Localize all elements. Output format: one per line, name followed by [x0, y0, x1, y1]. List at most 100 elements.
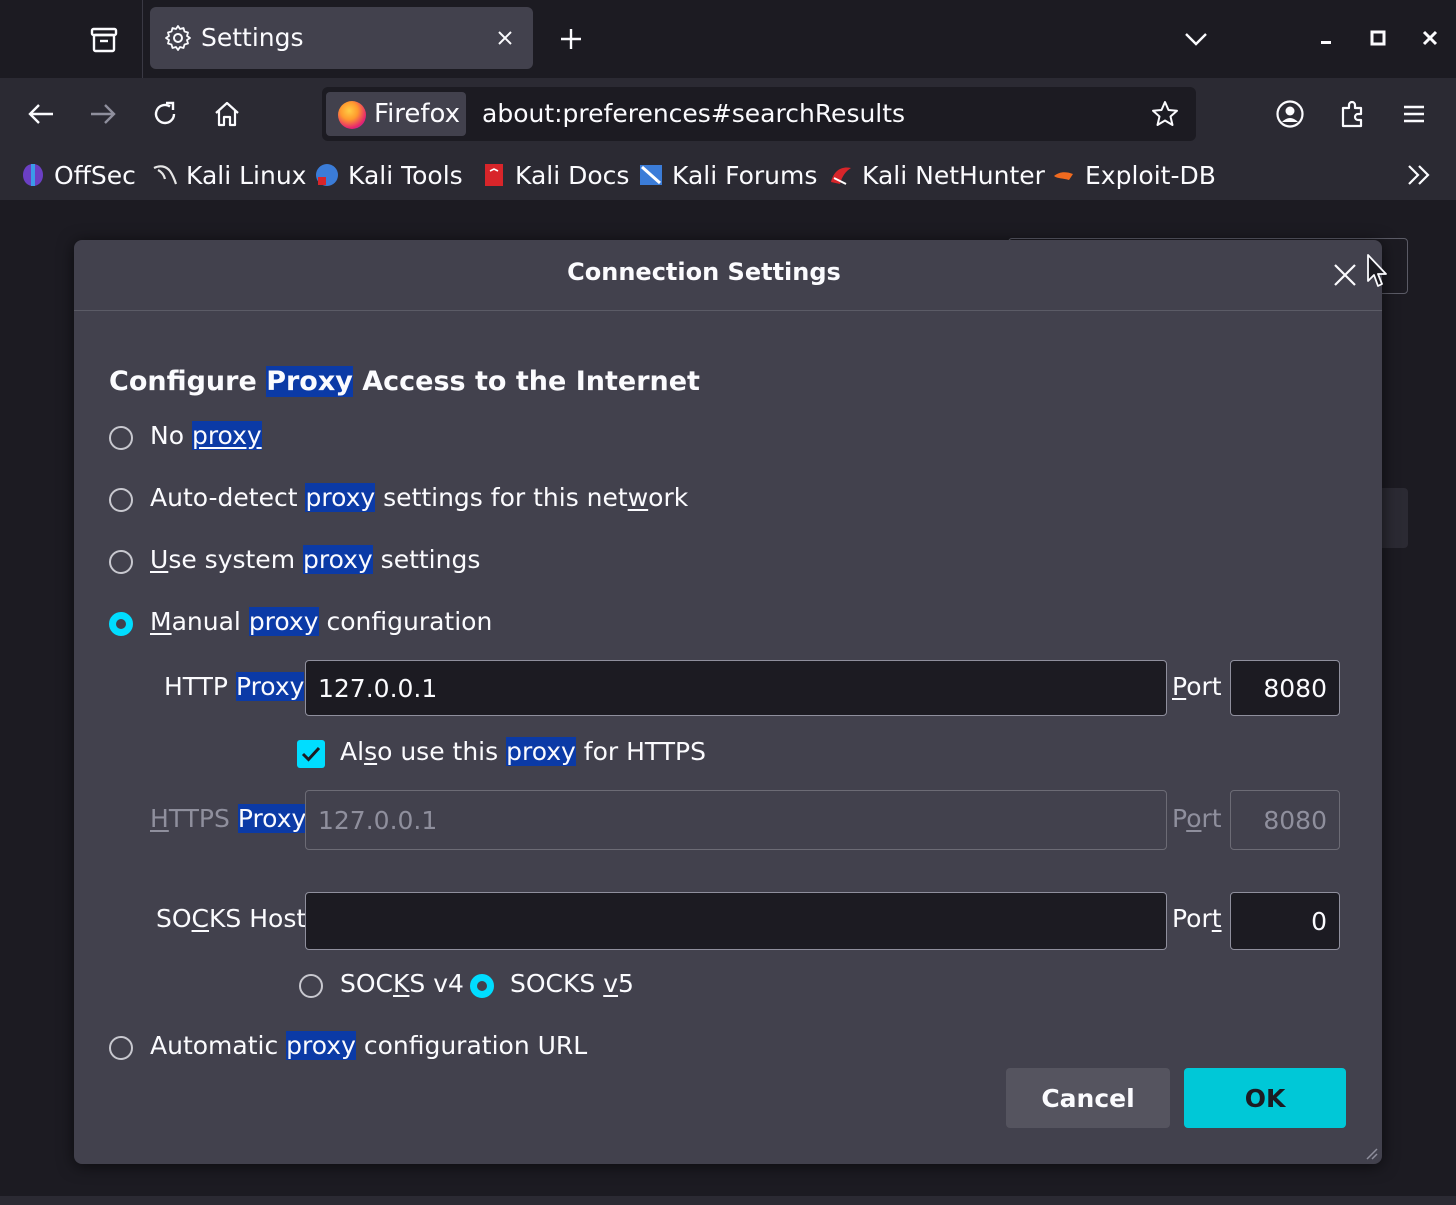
close-icon: [1334, 264, 1356, 286]
bookmark-kali-tools[interactable]: Kali Tools: [314, 158, 463, 192]
kali-nethunter-icon: [831, 167, 851, 185]
kali-docs-icon: [485, 164, 503, 186]
socks-host-label: SOCKS Host: [156, 904, 307, 933]
socks-host-input[interactable]: [305, 892, 1167, 950]
reload-button[interactable]: [143, 92, 187, 136]
socks-v5-radio[interactable]: [470, 974, 494, 998]
bookmark-label: Kali Forums: [672, 160, 818, 190]
socks-port-input[interactable]: 0: [1230, 892, 1340, 950]
http-port-input[interactable]: 8080: [1230, 660, 1340, 716]
http-proxy-label: HTTP Proxy: [164, 672, 305, 701]
forward-button[interactable]: [81, 92, 125, 136]
auto-detect-proxy-label[interactable]: Auto-detect proxy settings for this netw…: [150, 483, 688, 512]
also-use-for-https-label[interactable]: Also use this proxy for HTTPS: [340, 737, 706, 766]
plus-icon: [561, 29, 581, 49]
bookmark-label: Kali Docs: [515, 160, 630, 190]
firefox-view-button[interactable]: [84, 20, 124, 60]
dialog-divider: [74, 310, 1382, 311]
more-bookmarks-button[interactable]: [1402, 158, 1436, 192]
bookmark-page-button[interactable]: [1146, 95, 1184, 133]
bookmark-kali-forums[interactable]: Kali Forums: [638, 158, 817, 192]
mouse-pointer-icon: [1367, 254, 1387, 287]
bookmark-kali-docs[interactable]: Kali Docs: [481, 158, 629, 192]
chevron-double-right-icon: [1408, 165, 1430, 185]
backdrop-footer: [0, 1196, 1456, 1205]
http-port-value: 8080: [1263, 673, 1327, 703]
home-icon: [215, 101, 239, 127]
socks-v5-label[interactable]: SOCKS v5: [510, 969, 634, 998]
chevron-down-icon: [1185, 33, 1207, 46]
https-proxy-value: 127.0.0.1: [318, 805, 438, 835]
bookmark-exploit-db[interactable]: Exploit-DB: [1051, 158, 1216, 192]
socks-v4-label[interactable]: SOCKS v4: [340, 969, 464, 998]
url-input[interactable]: about:preferences#searchResults: [482, 99, 905, 128]
bookmark-label: Exploit-DB: [1085, 160, 1216, 190]
arrow-right-icon: [91, 104, 116, 124]
also-use-for-https-checkbox[interactable]: [297, 740, 325, 768]
app-menu-button[interactable]: [1392, 92, 1436, 136]
socks-port-label: Port: [1172, 904, 1222, 933]
minimize-icon: [1321, 41, 1331, 44]
https-proxy-input[interactable]: 127.0.0.1: [305, 790, 1167, 850]
hamburger-menu-icon: [1404, 105, 1424, 123]
tab-bar: Settings: [0, 0, 1456, 78]
bookmark-kali-linux[interactable]: Kali Linux: [152, 158, 306, 192]
minimize-button[interactable]: [1306, 18, 1346, 58]
bookmark-kali-nethunter[interactable]: Kali NetHunter: [828, 158, 1045, 192]
offsec-icon: [23, 164, 43, 186]
backdrop-panel: [1382, 488, 1408, 548]
http-proxy-value: 127.0.0.1: [318, 673, 438, 703]
bookmark-label: Kali NetHunter: [862, 160, 1045, 190]
no-proxy-radio[interactable]: [109, 426, 133, 450]
bookmark-label: Kali Linux: [186, 160, 307, 190]
star-icon: [1152, 101, 1178, 126]
https-port-input[interactable]: 8080: [1230, 790, 1340, 850]
http-proxy-input[interactable]: 127.0.0.1: [305, 660, 1167, 716]
identity-label: Firefox: [374, 99, 461, 129]
cancel-button[interactable]: Cancel: [1006, 1068, 1170, 1128]
kali-tools-icon: [316, 164, 338, 186]
https-port-label: Port: [1172, 804, 1222, 833]
navigation-toolbar: Firefox about:preferences#searchResults: [0, 78, 1456, 150]
firefox-logo-icon: [338, 101, 366, 129]
manual-proxy-radio[interactable]: [109, 612, 133, 636]
reload-icon: [154, 101, 176, 125]
dialog-close-button[interactable]: [1328, 258, 1362, 292]
auto-proxy-config-url-label[interactable]: Automatic proxy configuration URL: [150, 1031, 587, 1060]
back-button[interactable]: [19, 92, 63, 136]
section-title: Configure Proxy Access to the Internet: [109, 366, 700, 397]
tab-settings[interactable]: Settings: [150, 7, 533, 69]
new-tab-button[interactable]: [552, 20, 590, 58]
http-port-label: Port: [1172, 672, 1222, 701]
ok-button[interactable]: OK: [1184, 1068, 1346, 1128]
tab-title: Settings: [201, 23, 304, 52]
identity-box[interactable]: Firefox: [326, 92, 466, 136]
firefox-view-icon: [90, 27, 118, 53]
system-proxy-label[interactable]: Use system proxy settings: [150, 545, 480, 574]
close-tab-button[interactable]: [491, 24, 519, 52]
https-port-value: 8080: [1263, 805, 1327, 835]
account-button[interactable]: [1268, 92, 1312, 136]
home-button[interactable]: [205, 92, 249, 136]
manual-proxy-label[interactable]: Manual proxy configuration: [150, 607, 492, 636]
auto-detect-proxy-radio[interactable]: [109, 488, 133, 512]
close-window-icon: [1422, 30, 1438, 46]
socks-v4-radio[interactable]: [299, 974, 323, 998]
system-proxy-radio[interactable]: [109, 550, 133, 574]
bookmark-offsec[interactable]: OffSec: [20, 158, 136, 192]
list-all-tabs-button[interactable]: [1176, 20, 1216, 58]
kali-forums-icon: [640, 165, 662, 185]
tab-separator: [142, 0, 143, 78]
puzzle-icon: [1341, 100, 1363, 128]
auto-proxy-config-url-radio[interactable]: [109, 1036, 133, 1060]
maximize-button[interactable]: [1358, 18, 1398, 58]
extensions-button[interactable]: [1331, 92, 1375, 136]
close-window-button[interactable]: [1410, 18, 1450, 58]
no-proxy-label[interactable]: No proxy: [150, 421, 262, 450]
connection-settings-dialog: Connection Settings Configure Proxy Acce…: [74, 240, 1382, 1164]
account-icon: [1276, 100, 1304, 128]
checkmark-icon: [301, 746, 321, 762]
resize-grip-icon[interactable]: [1362, 1144, 1378, 1160]
bookmarks-toolbar: OffSec Kali Linux Kali Tools Kali Docs K…: [0, 150, 1456, 200]
url-bar[interactable]: Firefox about:preferences#searchResults: [322, 87, 1196, 141]
